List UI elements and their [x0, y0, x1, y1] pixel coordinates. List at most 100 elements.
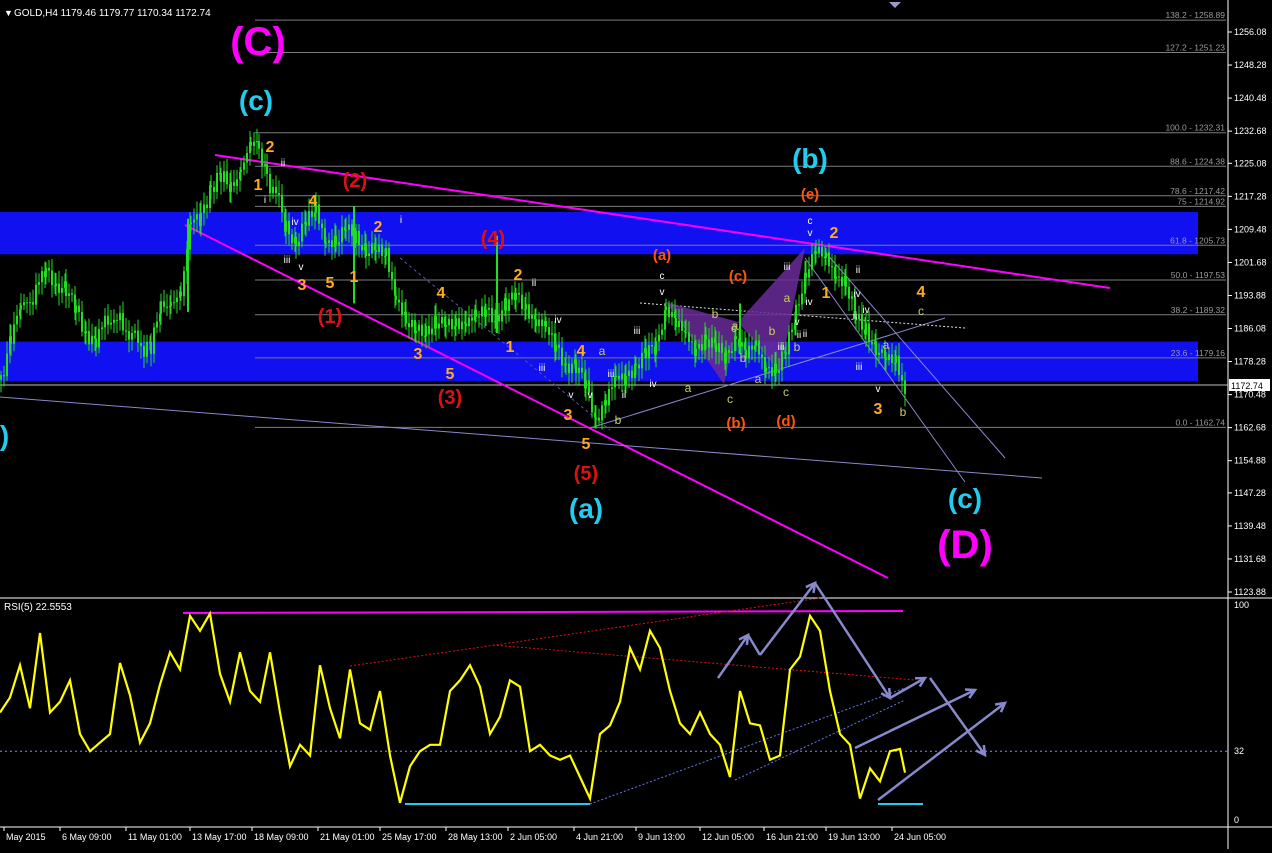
wave-label: b [769, 324, 776, 338]
candle-body [535, 319, 537, 327]
candle-body [725, 350, 727, 364]
candle-body [361, 245, 363, 251]
candle-body [468, 317, 470, 327]
fib-level-label: 61.8 - 1205.73 [1170, 235, 1225, 245]
wave-label: ii [532, 278, 536, 289]
candle-body [308, 211, 310, 226]
wave-label: b [794, 340, 801, 354]
wave-label: 3 [874, 401, 883, 418]
candle-body [305, 222, 307, 226]
candle-body [196, 214, 198, 220]
fib-level-label: 100.0 - 1232.31 [1165, 123, 1225, 133]
candle-body [325, 242, 327, 244]
wave-label: (c) [239, 85, 273, 116]
candle-body [751, 345, 753, 350]
candle-body [551, 333, 553, 335]
candle-body [671, 312, 673, 318]
candle-body [865, 323, 867, 335]
candle-body [485, 309, 487, 317]
candle-body [458, 318, 460, 330]
candle-body [461, 321, 463, 330]
wave-label: a [755, 372, 762, 386]
price-tick-label: 1154.88 [1234, 456, 1266, 466]
wave-label: v [569, 390, 574, 401]
candle-body [122, 312, 124, 331]
candle-body [140, 342, 142, 347]
wave-label: ii [803, 329, 807, 340]
candle-body [721, 343, 723, 353]
candle-body [107, 315, 109, 325]
fib-level-label: 50.0 - 1197.53 [1171, 270, 1225, 280]
wave-label: (3) [438, 387, 462, 409]
wave-label: 3 [564, 407, 573, 424]
candle-body [29, 302, 31, 304]
candle-body [368, 253, 370, 257]
time-tick-label: 24 Jun 05:00 [894, 832, 946, 842]
wave-label: (5) [574, 463, 598, 485]
rsi-title: RSI(5) 22.5553 [4, 602, 72, 613]
candle-body [531, 314, 533, 319]
time-tick-label: 19 Jun 13:00 [828, 832, 880, 842]
candle-body [272, 186, 274, 194]
candle-body [318, 204, 320, 224]
candle-body [335, 235, 337, 245]
candle-body [565, 363, 567, 365]
symbol-dropdown-icon[interactable]: ▼ [4, 8, 13, 18]
candle-body [755, 340, 757, 346]
candle-body [678, 320, 680, 328]
time-tick-label: 13 May 17:00 [192, 832, 247, 842]
fib-level-label: 75 - 1214.92 [1177, 196, 1225, 206]
candle-body [438, 323, 440, 329]
price-tick-label: 1139.48 [1234, 521, 1266, 531]
candle-body [166, 306, 168, 308]
wave-label: b [615, 413, 622, 427]
candle-body [611, 387, 613, 389]
candle-body [378, 244, 380, 253]
wave-label: a [599, 344, 606, 358]
candle-body [688, 332, 690, 342]
candle-body [568, 363, 570, 374]
candle-body [705, 334, 707, 340]
zone-band [0, 211, 1198, 255]
candle-body [448, 318, 450, 326]
candle-body [578, 367, 580, 374]
candle-body [511, 292, 513, 300]
candle-body [521, 294, 523, 310]
candle-body [641, 352, 643, 369]
wave-label: ii [281, 158, 285, 169]
candle-body [391, 272, 393, 280]
candle-body [408, 323, 410, 328]
candle-body [291, 234, 293, 244]
candle-body [395, 295, 397, 300]
candle-body [561, 347, 563, 366]
candle-body [250, 141, 252, 147]
candle-body [68, 293, 70, 296]
candle-body [451, 318, 453, 330]
candle-body [491, 307, 493, 323]
wave-label: v [876, 384, 881, 395]
candle-body [818, 246, 820, 254]
candle-body [735, 336, 737, 340]
candle-body [240, 169, 242, 172]
candle-body [311, 211, 313, 217]
candle-body [538, 319, 540, 327]
candle-body [635, 363, 637, 365]
candle-body [85, 331, 87, 334]
candle-body [628, 370, 630, 377]
candle-body [831, 266, 833, 268]
candle-body [55, 283, 57, 286]
candle-body [58, 283, 60, 293]
candle-body [206, 204, 208, 209]
time-tick-label: 2 Jun 05:00 [510, 832, 557, 842]
candle-body [581, 367, 583, 373]
candle-body [71, 293, 73, 295]
wave-label: iii [539, 363, 546, 374]
candle-body [220, 173, 222, 183]
candle-body [203, 204, 205, 213]
candle-body [20, 305, 22, 310]
time-tick-label: 9 Jun 13:00 [638, 832, 685, 842]
wave-label: 4 [437, 285, 446, 302]
candle-body [875, 341, 877, 355]
wave-label: iv [554, 315, 561, 326]
candle-body [515, 292, 517, 301]
